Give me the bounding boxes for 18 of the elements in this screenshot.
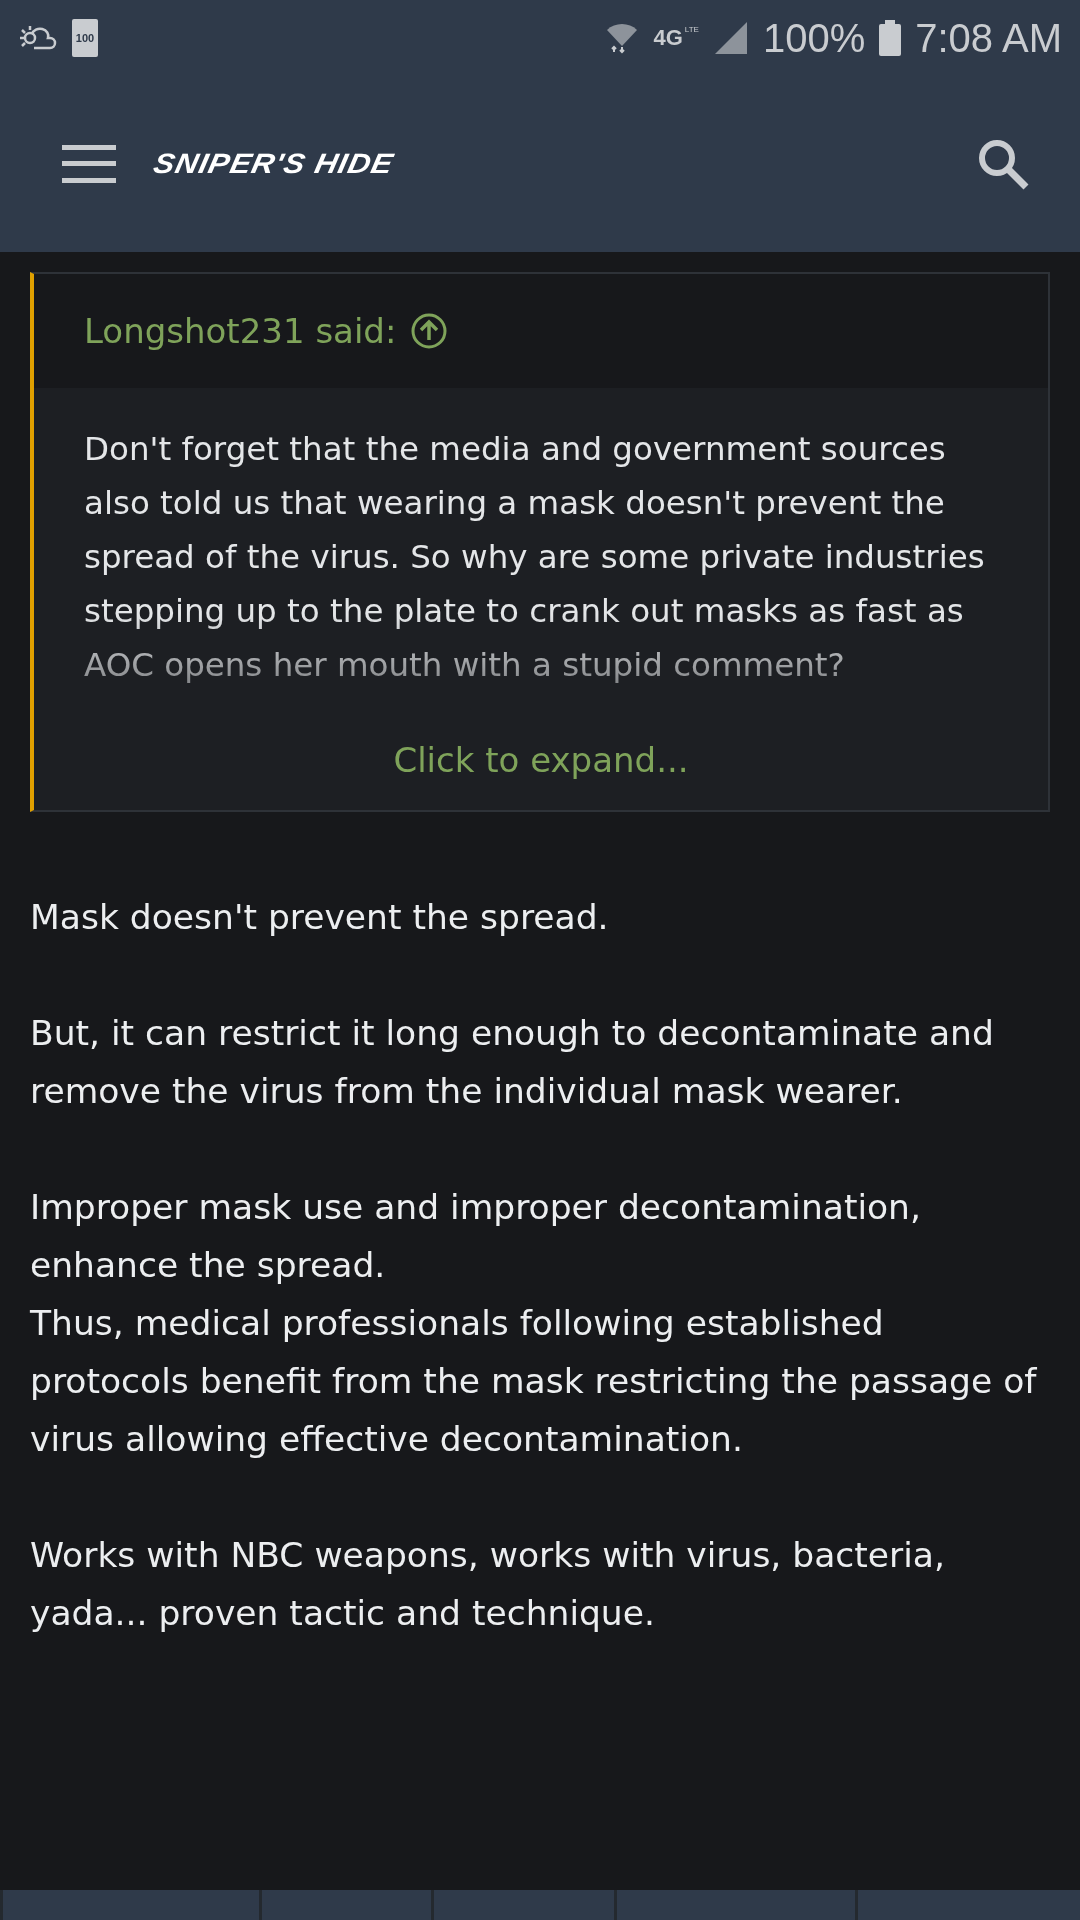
network-label: 4G xyxy=(653,25,683,51)
battery-badge: 100 xyxy=(72,19,98,57)
network-sublabel: LTE xyxy=(684,25,699,34)
site-logo[interactable]: SNIPER'S HIDE xyxy=(150,147,397,181)
post-text: Mask doesn't prevent the spread. xyxy=(30,896,610,939)
post-text: Works with NBC weapons, works with virus, bacteria, yada... proven tactic and technique. xyxy=(30,1534,946,1635)
battery-percent: 100% xyxy=(762,15,866,61)
quote-author[interactable]: Longshot231 said: xyxy=(84,311,397,351)
post-text: But, it can restrict it long enough to decontaminate and remove the virus from the individual mask wearer. xyxy=(30,1012,995,1113)
battery-icon xyxy=(879,20,902,56)
search-icon[interactable] xyxy=(976,137,1030,191)
quote-text: Don't forget that the media and government sources also told us that wearing a mask doesn't prevent the spread of the virus. So why are some private industries stepping up to the plate to crank out masks as fast as AOC opens her mouth with a stupid comment? xyxy=(84,429,986,686)
expand-link[interactable]: Click to expand... xyxy=(34,694,1048,810)
clock-time: 7:08 AM xyxy=(915,15,1062,61)
post-text: Improper mask use and improper decontamination, enhance the spread. xyxy=(30,1186,922,1287)
menu-icon[interactable] xyxy=(62,145,116,183)
post-text: Thus, medical professionals following established protocols benefit from the mask restricting the passage of virus allowing effective decontamination. xyxy=(30,1302,1038,1461)
arrow-up-circle-icon[interactable] xyxy=(410,312,449,350)
